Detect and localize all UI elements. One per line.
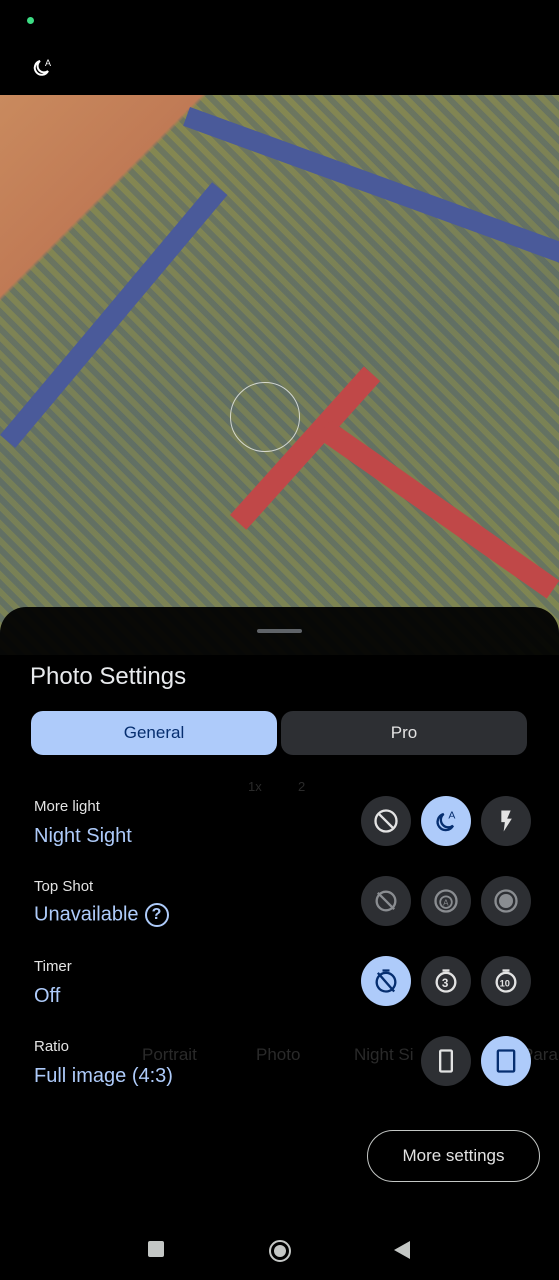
top-shot-off-button[interactable] (361, 876, 411, 926)
off-icon (374, 809, 398, 833)
sheet-title: Photo Settings (30, 663, 187, 690)
tab-general[interactable]: General (31, 711, 277, 755)
ratio-value: Full image (4:3) (34, 1065, 173, 1087)
top-shot-off-icon (375, 890, 397, 912)
tab-pro[interactable]: Pro (281, 711, 527, 755)
svg-text:3: 3 (442, 977, 449, 990)
svg-text:A: A (45, 58, 51, 68)
ratio-9-16-icon (439, 1049, 453, 1073)
top-shot-value-row: Unavailable? (34, 903, 169, 927)
night-sight-auto-button[interactable]: A (421, 796, 471, 846)
bg-zoom-2: 2 (298, 779, 306, 794)
focus-ring (230, 382, 300, 452)
bg-zoom-1x: 1x (248, 779, 262, 794)
more-light-value: Night Sight (34, 825, 132, 847)
ratio-9-16-button[interactable] (421, 1036, 471, 1086)
bg-mode-night: Night Si (354, 1045, 414, 1064)
flash-button[interactable] (481, 796, 531, 846)
svg-text:10: 10 (500, 978, 510, 988)
timer-label: Timer (34, 958, 72, 975)
photo-settings-sheet: 1x 2 Portrait Photo Night Si Paran Photo… (0, 607, 559, 1280)
drag-handle[interactable] (257, 629, 302, 633)
svg-text:A: A (443, 899, 449, 908)
timer-value: Off (34, 985, 61, 1007)
timer-10-button[interactable]: 10 (481, 956, 531, 1006)
recents-icon[interactable] (147, 1240, 165, 1258)
timer-3-icon: 3 (435, 969, 457, 993)
timer-off-button[interactable] (361, 956, 411, 1006)
svg-text:A: A (448, 810, 455, 822)
bg-mode-photo: Photo (256, 1045, 301, 1064)
ratio-3-4-button[interactable] (481, 1036, 531, 1086)
timer-off-icon (375, 969, 397, 993)
top-shot-label: Top Shot (34, 878, 94, 895)
flash-icon (501, 810, 512, 832)
timer-10-icon: 10 (495, 969, 517, 993)
top-shot-on-button[interactable] (481, 876, 531, 926)
camera-viewfinder[interactable] (0, 95, 559, 655)
top-shot-value: Unavailable (34, 903, 139, 926)
ratio-label: Ratio (34, 1038, 70, 1055)
back-icon[interactable] (393, 1240, 411, 1260)
more-settings-button[interactable]: More settings (367, 1130, 540, 1182)
top-shot-auto-button[interactable]: A (421, 876, 471, 926)
status-dot (27, 17, 34, 24)
top-shot-auto-icon: A (434, 889, 458, 913)
bg-mode-portrait: Portrait (142, 1045, 197, 1064)
timer-3-button[interactable]: 3 (421, 956, 471, 1006)
ratio-3-4-icon (496, 1049, 516, 1073)
help-icon[interactable]: ? (144, 903, 169, 927)
night-sight-auto-icon: A (436, 810, 455, 832)
night-sight-auto-icon[interactable]: A (30, 56, 54, 80)
more-light-off-button[interactable] (361, 796, 411, 846)
more-light-label: More light (34, 798, 100, 815)
home-icon[interactable] (268, 1239, 292, 1263)
top-shot-on-icon (494, 889, 518, 913)
